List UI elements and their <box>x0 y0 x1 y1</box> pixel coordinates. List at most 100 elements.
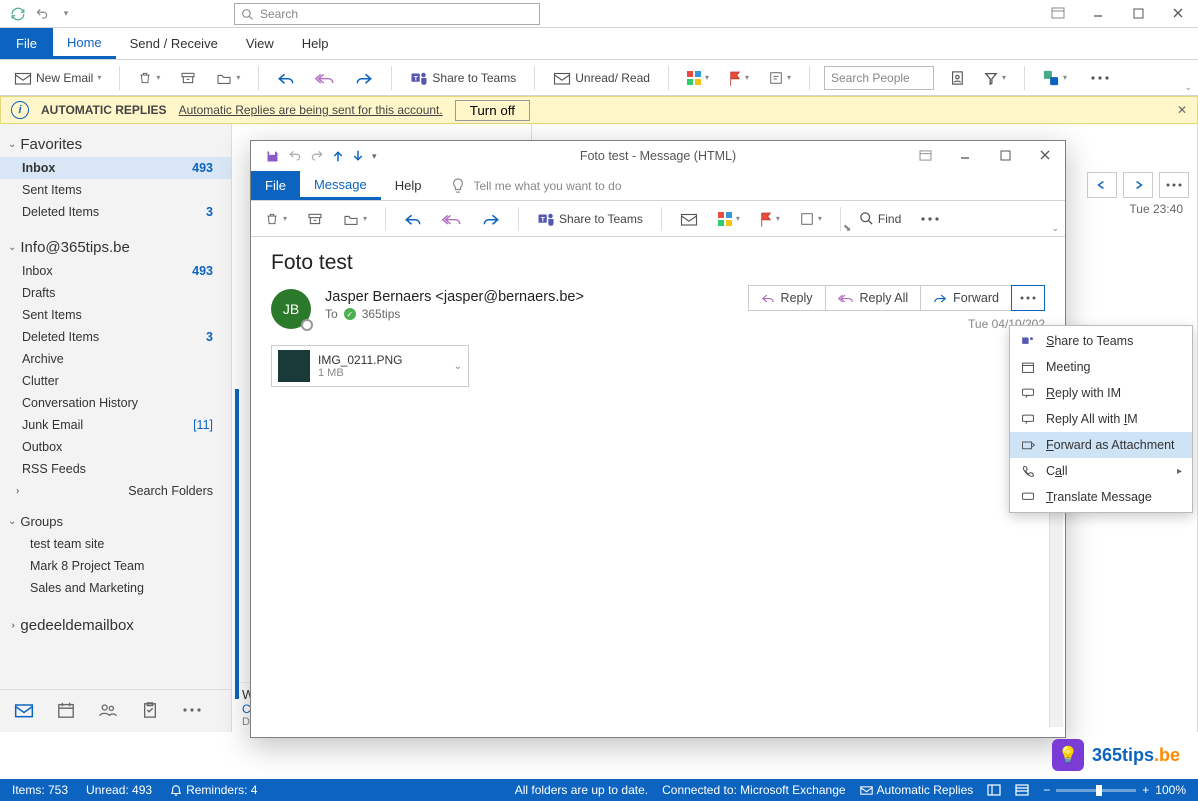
infobar-message[interactable]: Automatic Replies are being sent for thi… <box>179 103 443 117</box>
popup-prev-icon[interactable] <box>332 149 344 163</box>
popup-reply-button[interactable] <box>400 205 426 233</box>
sidebar-item-archive[interactable]: Archive <box>0 348 231 370</box>
search-box[interactable]: Search <box>234 3 540 25</box>
sidebar-item-search-folders[interactable]: ⌄Search Folders <box>0 480 231 502</box>
archive-button[interactable] <box>176 64 200 92</box>
sidebar-item-inbox2[interactable]: Inbox493 <box>0 260 231 282</box>
turn-off-button[interactable]: Turn off <box>455 100 530 121</box>
groups-header[interactable]: ⌄Groups <box>0 508 231 533</box>
sidebar-item-sent[interactable]: Sent Items <box>0 179 231 201</box>
popup-tab-message[interactable]: Message <box>300 171 381 200</box>
sidebar-item-sent2[interactable]: Sent Items <box>0 304 231 326</box>
view-reading-icon[interactable] <box>1015 784 1029 796</box>
attachment-chip[interactable]: IMG_0211.PNG 1 MB ⌄ <box>271 345 469 387</box>
collapse-ribbon-icon[interactable]: ⌄ <box>1184 82 1192 93</box>
action-more-button[interactable] <box>1011 285 1045 311</box>
popup-minimize-button[interactable] <box>945 141 985 169</box>
popup-forward-button[interactable] <box>478 205 504 233</box>
sidebar-item-deleted2[interactable]: Deleted Items3 <box>0 326 231 348</box>
menu-forward-attachment[interactable]: Forward as Attachment <box>1010 432 1192 458</box>
popup-qat-more-icon[interactable]: ▾ <box>372 151 377 162</box>
account-header[interactable]: ⌄Info@365tips.be <box>0 233 231 260</box>
popup-more-button[interactable] <box>917 205 943 233</box>
popup-flag-button[interactable]: ▾ <box>756 205 784 233</box>
policy-button[interactable]: ▾ <box>765 64 795 92</box>
tab-home[interactable]: Home <box>53 28 116 59</box>
popup-tab-help[interactable]: Help <box>381 171 436 200</box>
popup-close-button[interactable] <box>1025 141 1065 169</box>
minimize-button[interactable] <box>1078 0 1118 26</box>
popup-next-icon[interactable] <box>352 149 364 163</box>
nav-people-icon[interactable] <box>96 698 120 722</box>
address-book-button[interactable] <box>946 64 968 92</box>
sidebar-item-group1[interactable]: test team site <box>0 533 231 555</box>
popup-dialog-launcher[interactable]: ⬊ <box>843 223 851 234</box>
zoom-slider[interactable] <box>1056 789 1136 792</box>
menu-translate[interactable]: Translate Message <box>1010 484 1192 510</box>
flag-button[interactable]: ▾ <box>725 64 753 92</box>
qat-dropdown-icon[interactable]: ▾ <box>54 2 78 26</box>
ribbon-mode-icon[interactable] <box>1038 0 1078 26</box>
sidebar-item-conversation-history[interactable]: Conversation History <box>0 392 231 414</box>
tab-send-receive[interactable]: Send / Receive <box>116 28 232 59</box>
more-commands-button[interactable] <box>1087 64 1113 92</box>
popup-redo-icon[interactable] <box>310 149 324 163</box>
sender-avatar[interactable]: JB <box>271 289 311 329</box>
menu-share-to-teams[interactable]: Share to Teams <box>1010 328 1192 354</box>
popup-undo-icon[interactable] <box>288 149 302 163</box>
sync-icon[interactable] <box>6 2 30 26</box>
popup-collapse-ribbon-icon[interactable]: ⌄ <box>1051 223 1059 234</box>
attachment-dropdown-icon[interactable]: ⌄ <box>454 361 462 372</box>
maximize-button[interactable] <box>1118 0 1158 26</box>
shared-mailbox-header[interactable]: ⌄gedeeldemailbox <box>0 611 231 638</box>
view-normal-icon[interactable] <box>987 784 1001 796</box>
menu-reply-im[interactable]: Reply with IM <box>1010 380 1192 406</box>
popup-reply-all-button[interactable] <box>438 205 466 233</box>
sidebar-item-group2[interactable]: Mark 8 Project Team <box>0 555 231 577</box>
tab-view[interactable]: View <box>232 28 288 59</box>
popup-policy-button[interactable]: ▾ <box>796 205 826 233</box>
zoom-control[interactable]: − + 100% <box>1043 783 1186 797</box>
close-button[interactable] <box>1158 0 1198 26</box>
tell-me-input[interactable]: Tell me what you want to do <box>435 171 1065 200</box>
search-people-input[interactable]: Search People <box>824 66 934 90</box>
share-to-teams-button[interactable]: T Share to Teams <box>406 64 520 92</box>
status-reminders[interactable]: Reminders: 4 <box>170 783 257 797</box>
nav-calendar-icon[interactable] <box>54 698 78 722</box>
sidebar-item-group3[interactable]: Sales and Marketing <box>0 577 231 599</box>
popup-mark-unread-button[interactable] <box>676 205 702 233</box>
menu-reply-all-im[interactable]: Reply All with IM <box>1010 406 1192 432</box>
sidebar-item-drafts[interactable]: Drafts <box>0 282 231 304</box>
menu-call[interactable]: Call▸ <box>1010 458 1192 484</box>
tab-file[interactable]: File <box>0 28 53 59</box>
favorites-header[interactable]: ⌄Favorites <box>0 130 231 157</box>
next-item-button[interactable] <box>1123 172 1153 198</box>
sidebar-item-inbox[interactable]: Inbox493 <box>0 157 231 179</box>
infobar-close-icon[interactable]: ✕ <box>1177 103 1187 117</box>
menu-meeting[interactable]: Meeting <box>1010 354 1192 380</box>
popup-delete-button[interactable]: ▾ <box>261 205 291 233</box>
sidebar-item-outbox[interactable]: Outbox <box>0 436 231 458</box>
popup-ribbon-mode-icon[interactable] <box>905 141 945 169</box>
popup-share-teams-button[interactable]: T Share to Teams <box>533 205 647 233</box>
nav-mail-icon[interactable] <box>12 698 36 722</box>
nav-more-icon[interactable] <box>180 698 204 722</box>
sidebar-item-rss[interactable]: RSS Feeds <box>0 458 231 480</box>
popup-tab-file[interactable]: File <box>251 171 300 200</box>
reply-button[interactable] <box>273 64 299 92</box>
categorize-button[interactable]: ▾ <box>683 64 713 92</box>
sidebar-item-deleted[interactable]: Deleted Items3 <box>0 201 231 223</box>
popup-archive-button[interactable] <box>303 205 327 233</box>
sidebar-item-clutter[interactable]: Clutter <box>0 370 231 392</box>
forward-button[interactable] <box>351 64 377 92</box>
popup-categorize-button[interactable]: ▾ <box>714 205 744 233</box>
action-reply-all-button[interactable]: Reply All <box>825 285 922 311</box>
new-email-button[interactable]: New Email ▾ <box>10 64 105 92</box>
reply-all-button[interactable] <box>311 64 339 92</box>
popup-find-button[interactable]: Find <box>855 205 905 233</box>
zoom-in-icon[interactable]: + <box>1142 783 1149 797</box>
popup-move-button[interactable]: ▾ <box>339 205 371 233</box>
prev-item-button[interactable] <box>1087 172 1117 198</box>
tab-help[interactable]: Help <box>288 28 343 59</box>
zoom-out-icon[interactable]: − <box>1043 783 1050 797</box>
